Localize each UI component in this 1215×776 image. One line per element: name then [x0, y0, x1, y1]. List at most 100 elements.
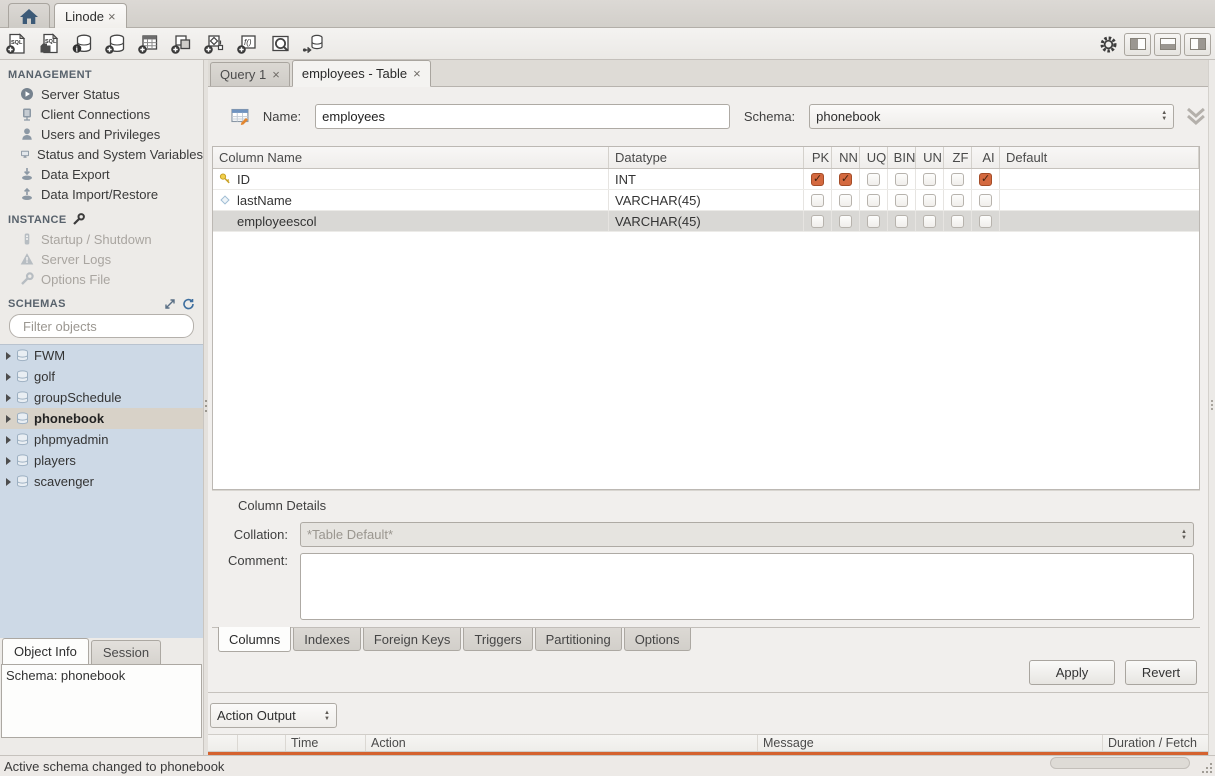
tab-query-1[interactable]: Query 1	[210, 62, 290, 86]
zf-checkbox[interactable]	[951, 215, 964, 228]
search-table-data-button[interactable]	[264, 31, 297, 57]
tab-options[interactable]: Options	[624, 628, 691, 651]
column-row-id[interactable]: ID INT	[213, 169, 1199, 190]
tab-foreign-keys[interactable]: Foreign Keys	[363, 628, 462, 651]
header-pk[interactable]: PK	[804, 147, 832, 168]
pk-checkbox[interactable]	[811, 173, 824, 186]
sidebar-item-server-status[interactable]: Server Status	[0, 84, 203, 104]
expand-arrow-icon[interactable]	[6, 394, 11, 402]
right-splitter[interactable]	[1208, 60, 1215, 755]
tab-triggers[interactable]: Triggers	[463, 628, 532, 651]
zf-checkbox[interactable]	[951, 194, 964, 207]
column-datatype[interactable]: INT	[609, 169, 804, 189]
column-default[interactable]	[1000, 169, 1199, 189]
uq-checkbox[interactable]	[867, 194, 880, 207]
pk-checkbox[interactable]	[811, 194, 824, 207]
schema-select[interactable]: phonebook ▲▼	[809, 104, 1174, 129]
pk-checkbox[interactable]	[811, 215, 824, 228]
table-name-input[interactable]	[315, 104, 730, 129]
reconnect-dbms-button[interactable]	[297, 31, 330, 57]
inspect-database-button[interactable]: i	[66, 31, 99, 57]
tab-partitioning[interactable]: Partitioning	[535, 628, 622, 651]
tab-indexes[interactable]: Indexes	[293, 628, 361, 651]
connection-tab[interactable]: Linode	[54, 3, 127, 28]
toggle-right-sidebar-button[interactable]	[1184, 33, 1211, 56]
create-procedure-button[interactable]	[198, 31, 231, 57]
schema-node-groupschedule[interactable]: groupSchedule	[0, 387, 203, 408]
sidebar-item-system-variables[interactable]: Status and System Variables	[0, 144, 203, 164]
close-icon[interactable]	[413, 67, 421, 80]
header-column-name[interactable]: Column Name	[213, 147, 609, 168]
column-datatype[interactable]: VARCHAR(45)	[609, 190, 804, 210]
schema-filter-input[interactable]	[23, 319, 199, 334]
create-schema-button[interactable]	[99, 31, 132, 57]
toggle-bottom-panel-button[interactable]	[1154, 33, 1181, 56]
column-default[interactable]	[1000, 211, 1199, 231]
uq-checkbox[interactable]	[867, 173, 880, 186]
expand-form-chevron-icon[interactable]	[1184, 106, 1208, 126]
sidebar-item-client-connections[interactable]: Client Connections	[0, 104, 203, 124]
un-checkbox[interactable]	[923, 215, 936, 228]
un-checkbox[interactable]	[923, 173, 936, 186]
column-row-employeescol[interactable]: employeescol VARCHAR(45)	[213, 211, 1199, 232]
header-default[interactable]: Default	[1000, 147, 1199, 168]
close-icon[interactable]	[108, 10, 116, 23]
header-uq[interactable]: UQ	[860, 147, 888, 168]
header-time[interactable]: Time	[286, 735, 366, 751]
header-message[interactable]: Message	[758, 735, 1103, 751]
bin-checkbox[interactable]	[895, 194, 908, 207]
sidebar-item-options-file[interactable]: Options File	[0, 269, 203, 289]
close-icon[interactable]	[272, 68, 280, 81]
header-duration-fetch[interactable]: Duration / Fetch	[1103, 735, 1208, 751]
tab-object-info[interactable]: Object Info	[2, 638, 89, 664]
expand-panel-icon[interactable]	[164, 298, 176, 310]
schema-node-scavenger[interactable]: scavenger	[0, 471, 203, 492]
expand-arrow-icon[interactable]	[6, 415, 11, 423]
header-un[interactable]: UN	[916, 147, 944, 168]
tab-session[interactable]: Session	[91, 640, 161, 664]
sidebar-item-data-import[interactable]: Data Import/Restore	[0, 184, 203, 204]
column-datatype[interactable]: VARCHAR(45)	[609, 211, 804, 231]
schema-node-players[interactable]: players	[0, 450, 203, 471]
column-row-lastname[interactable]: lastName VARCHAR(45)	[213, 190, 1199, 211]
create-function-button[interactable]: f()	[231, 31, 264, 57]
nn-checkbox[interactable]	[839, 194, 852, 207]
header-datatype[interactable]: Datatype	[609, 147, 804, 168]
ai-checkbox[interactable]	[979, 215, 992, 228]
header-action[interactable]: Action	[366, 735, 758, 751]
collation-select[interactable]: *Table Default* ▲▼	[300, 522, 1194, 547]
expand-arrow-icon[interactable]	[6, 373, 11, 381]
toggle-left-sidebar-button[interactable]	[1124, 33, 1151, 56]
create-view-button[interactable]	[165, 31, 198, 57]
output-view-select[interactable]: Action Output ▲▼	[210, 703, 337, 728]
sidebar-item-data-export[interactable]: Data Export	[0, 164, 203, 184]
bin-checkbox[interactable]	[895, 215, 908, 228]
column-default[interactable]	[1000, 190, 1199, 210]
revert-button[interactable]: Revert	[1125, 660, 1197, 685]
new-sql-tab-button[interactable]: SQL	[0, 31, 33, 57]
expand-arrow-icon[interactable]	[6, 478, 11, 486]
ai-checkbox[interactable]	[979, 173, 992, 186]
sidebar-item-startup-shutdown[interactable]: Startup / Shutdown	[0, 229, 203, 249]
expand-arrow-icon[interactable]	[6, 352, 11, 360]
apply-button[interactable]: Apply	[1029, 660, 1115, 685]
schema-node-phonebook[interactable]: phonebook	[0, 408, 203, 429]
schema-filter[interactable]	[9, 314, 194, 338]
expand-arrow-icon[interactable]	[6, 457, 11, 465]
window-resize-grip[interactable]	[1210, 771, 1212, 773]
schema-node-phpmyadmin[interactable]: phpmyadmin	[0, 429, 203, 450]
header-zf[interactable]: ZF	[944, 147, 972, 168]
nn-checkbox[interactable]	[839, 173, 852, 186]
tab-columns[interactable]: Columns	[218, 627, 291, 652]
uq-checkbox[interactable]	[867, 215, 880, 228]
preferences-gear-button[interactable]	[1095, 31, 1121, 57]
un-checkbox[interactable]	[923, 194, 936, 207]
open-sql-script-button[interactable]: SQL	[33, 31, 66, 57]
tab-employees-table[interactable]: employees - Table	[292, 60, 431, 87]
bin-checkbox[interactable]	[895, 173, 908, 186]
create-table-button[interactable]	[132, 31, 165, 57]
sidebar-item-server-logs[interactable]: Server Logs	[0, 249, 203, 269]
schema-node-fwm[interactable]: FWM	[0, 345, 203, 366]
header-nn[interactable]: NN	[832, 147, 860, 168]
sidebar-item-users-privileges[interactable]: Users and Privileges	[0, 124, 203, 144]
